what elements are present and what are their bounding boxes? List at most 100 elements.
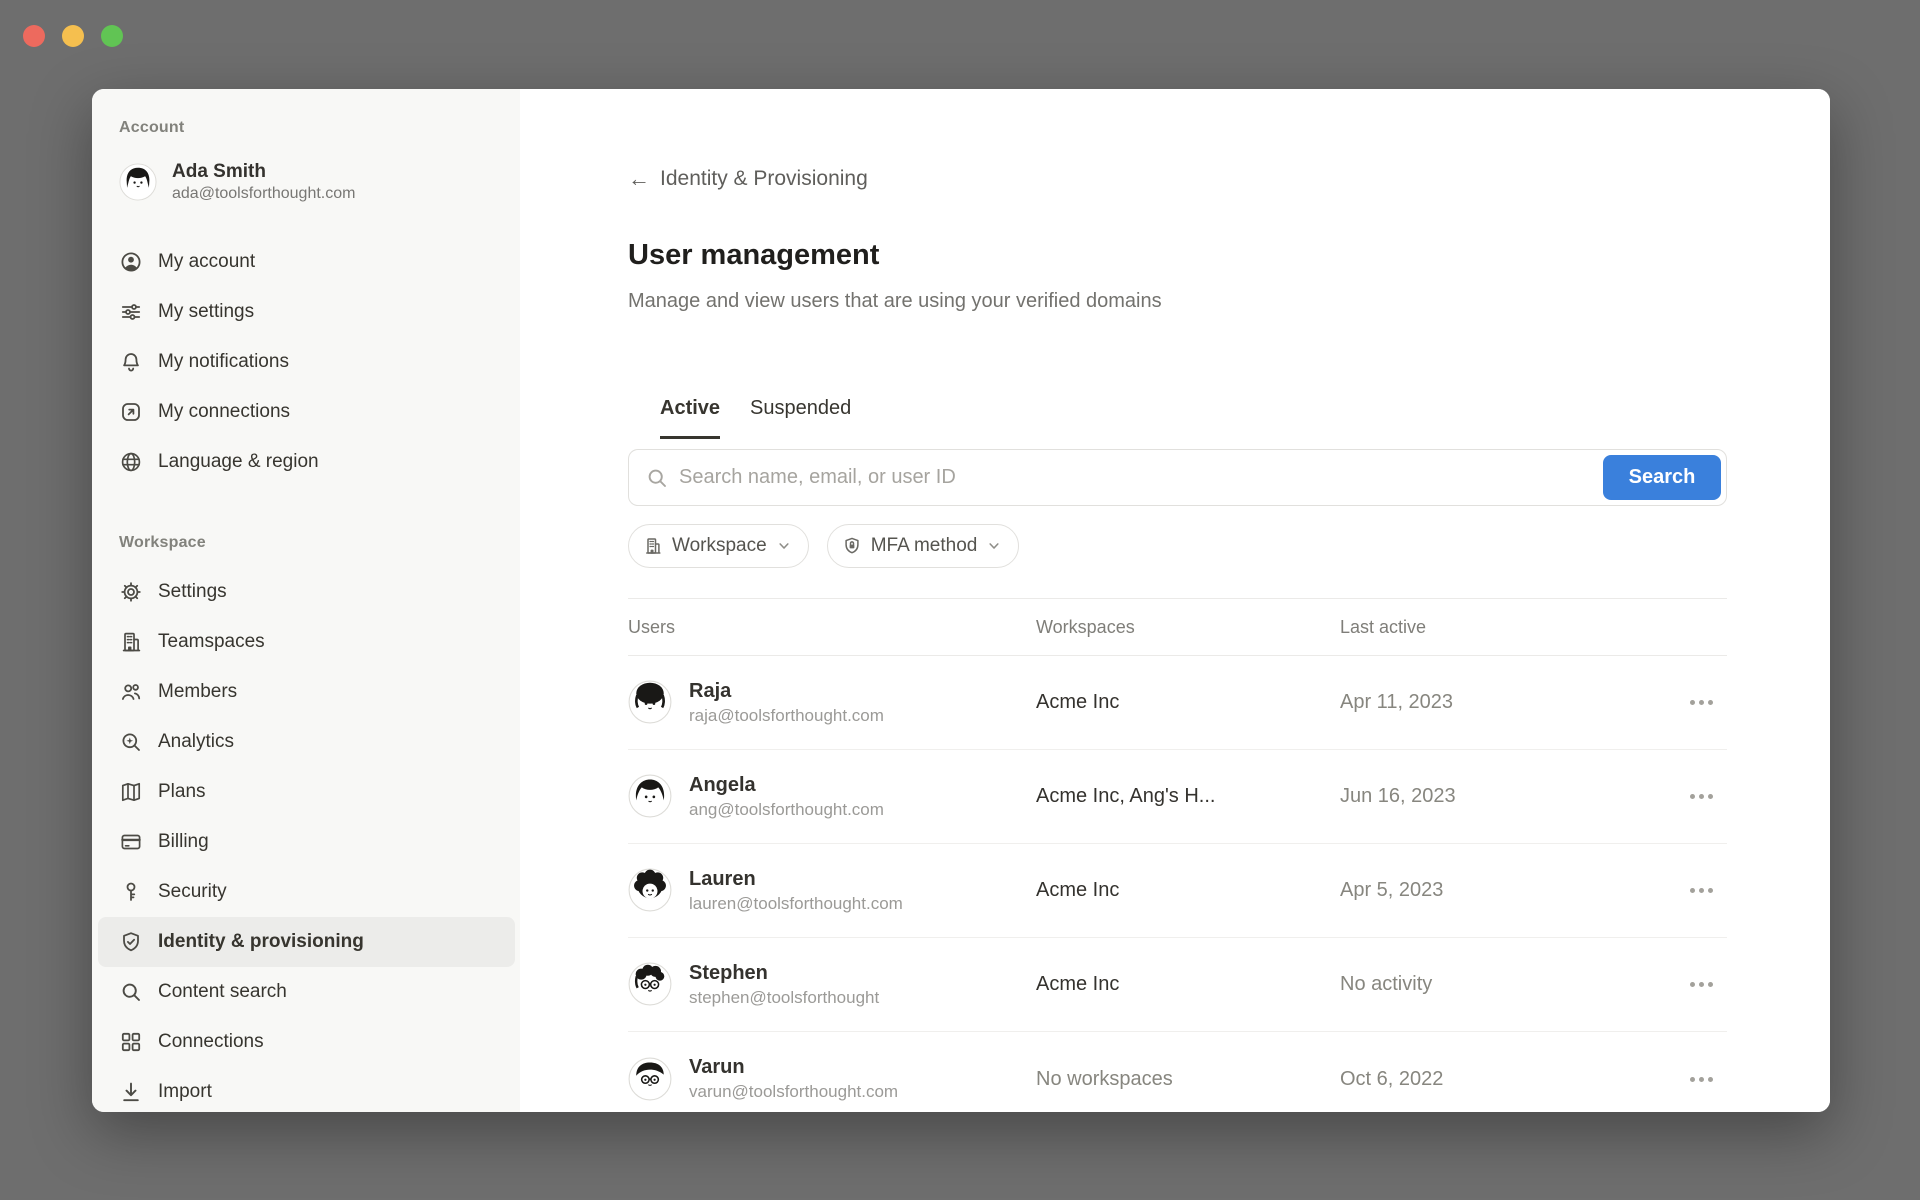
globe-icon xyxy=(119,450,143,474)
row-more-button[interactable] xyxy=(1683,1077,1727,1082)
col-workspaces: Workspaces xyxy=(1036,617,1340,638)
more-icon xyxy=(1690,1077,1713,1082)
user-email: varun@toolsforthought.com xyxy=(689,1080,898,1104)
breadcrumb-back[interactable]: ← Identity & Provisioning xyxy=(628,167,868,191)
sidebar-item-my-settings[interactable]: My settings xyxy=(98,287,515,337)
filter-row: Workspace MFA method xyxy=(628,524,1727,568)
sidebar-item-teamspaces[interactable]: Teamspaces xyxy=(98,617,515,667)
sidebar-item-analytics[interactable]: Analytics xyxy=(98,717,515,767)
sidebar-item-content-search[interactable]: Content search xyxy=(98,967,515,1017)
sidebar-item-my-connections[interactable]: My connections xyxy=(98,387,515,437)
workspace-nav: Settings Teamspaces Members Analytics xyxy=(98,567,520,1112)
sidebar-item-my-notifications[interactable]: My notifications xyxy=(98,337,515,387)
sidebar-item-plans[interactable]: Plans xyxy=(98,767,515,817)
sidebar-item-connections[interactable]: Connections xyxy=(98,1017,515,1067)
table-row: Raja raja@toolsforthought.com Acme Inc A… xyxy=(628,656,1727,750)
search-bar: Search xyxy=(628,449,1727,506)
workspace-section-label: Workspace xyxy=(119,528,520,558)
account-section-label: Account xyxy=(119,113,520,143)
workspaces-cell: Acme Inc xyxy=(1036,973,1340,996)
sidebar-item-label: Import xyxy=(158,1081,212,1103)
workspace-filter-chip[interactable]: Workspace xyxy=(628,524,809,568)
settings-sidebar: Account Ada Smith ada@toolsforthought.co… xyxy=(92,89,520,1112)
user-circle-icon xyxy=(119,250,143,274)
sidebar-item-label: Settings xyxy=(158,581,227,603)
last-active-cell: Apr 11, 2023 xyxy=(1340,691,1683,714)
main-panel: ← Identity & Provisioning User managemen… xyxy=(520,89,1830,1112)
user-name: Varun xyxy=(689,1054,898,1080)
sidebar-item-members[interactable]: Members xyxy=(98,667,515,717)
last-active-cell: No activity xyxy=(1340,973,1683,996)
avatar-varun xyxy=(628,1057,672,1101)
row-more-button[interactable] xyxy=(1683,888,1727,893)
mfa-filter-label: MFA method xyxy=(871,535,978,557)
map-icon xyxy=(119,780,143,804)
mfa-filter-chip[interactable]: MFA method xyxy=(827,524,1020,568)
col-last-active: Last active xyxy=(1340,617,1683,638)
last-active-cell: Apr 5, 2023 xyxy=(1340,879,1683,902)
gear-icon xyxy=(119,580,143,604)
sidebar-item-label: Teamspaces xyxy=(158,631,265,653)
row-more-button[interactable] xyxy=(1683,982,1727,987)
workspace-filter-label: Workspace xyxy=(672,535,767,557)
more-icon xyxy=(1690,982,1713,987)
search-button[interactable]: Search xyxy=(1603,455,1721,500)
users-table: Users Workspaces Last active Raja xyxy=(628,598,1727,1112)
table-row: Lauren lauren@toolsforthought.com Acme I… xyxy=(628,844,1727,938)
zoom-window-button[interactable] xyxy=(101,25,123,47)
sidebar-item-label: My notifications xyxy=(158,351,289,373)
user-name: Stephen xyxy=(689,960,879,986)
page-title: User management xyxy=(628,239,1727,272)
sidebar-item-label: My account xyxy=(158,251,255,273)
sidebar-item-billing[interactable]: Billing xyxy=(98,817,515,867)
sidebar-item-settings[interactable]: Settings xyxy=(98,567,515,617)
table-body: Raja raja@toolsforthought.com Acme Inc A… xyxy=(628,656,1727,1112)
more-icon xyxy=(1690,888,1713,893)
user-name: Raja xyxy=(689,678,884,704)
sidebar-item-import[interactable]: Import xyxy=(98,1067,515,1112)
page-subtitle: Manage and view users that are using you… xyxy=(628,290,1727,313)
sidebar-item-label: Content search xyxy=(158,981,287,1003)
key-icon xyxy=(119,880,143,904)
sidebar-item-security[interactable]: Security xyxy=(98,867,515,917)
user-email: stephen@toolsforthought xyxy=(689,986,879,1010)
shield-check-icon xyxy=(119,930,143,954)
more-icon xyxy=(1690,700,1713,705)
row-more-button[interactable] xyxy=(1683,700,1727,705)
table-row: Stephen stephen@toolsforthought Acme Inc… xyxy=(628,938,1727,1032)
traffic-lights xyxy=(23,25,123,47)
avatar-angela xyxy=(628,774,672,818)
avatar-stephen xyxy=(628,962,672,1006)
sidebar-item-label: My connections xyxy=(158,401,290,423)
row-more-button[interactable] xyxy=(1683,794,1727,799)
account-nav: My account My settings My notifications … xyxy=(98,237,520,487)
sidebar-item-identity-provisioning[interactable]: Identity & provisioning xyxy=(98,917,515,967)
settings-modal: Account Ada Smith ada@toolsforthought.co… xyxy=(92,89,1830,1112)
sliders-icon xyxy=(119,300,143,324)
account-email: ada@toolsforthought.com xyxy=(172,184,355,205)
user-avatar xyxy=(119,163,157,201)
sidebar-item-my-account[interactable]: My account xyxy=(98,237,515,287)
card-icon xyxy=(119,830,143,854)
tab-suspended[interactable]: Suspended xyxy=(750,397,851,436)
close-window-button[interactable] xyxy=(23,25,45,47)
sidebar-item-label: Connections xyxy=(158,1031,264,1053)
minimize-window-button[interactable] xyxy=(62,25,84,47)
user-name: Lauren xyxy=(689,866,903,892)
members-icon xyxy=(119,680,143,704)
tab-bar: Active Suspended xyxy=(628,397,1727,447)
breadcrumb-label: Identity & Provisioning xyxy=(660,167,868,191)
bell-icon xyxy=(119,350,143,374)
sidebar-item-language-region[interactable]: Language & region xyxy=(98,437,515,487)
avatar-raja xyxy=(628,680,672,724)
back-arrow-icon: ← xyxy=(628,168,650,190)
search-input[interactable] xyxy=(679,450,1603,505)
sidebar-item-label: Identity & provisioning xyxy=(158,931,364,953)
sidebar-item-label: Plans xyxy=(158,781,206,803)
sidebar-item-label: My settings xyxy=(158,301,254,323)
sidebar-item-label: Billing xyxy=(158,831,209,853)
tab-active[interactable]: Active xyxy=(660,397,720,439)
building-icon xyxy=(119,630,143,654)
user-name: Angela xyxy=(689,772,884,798)
chevron-down-icon xyxy=(776,538,792,554)
